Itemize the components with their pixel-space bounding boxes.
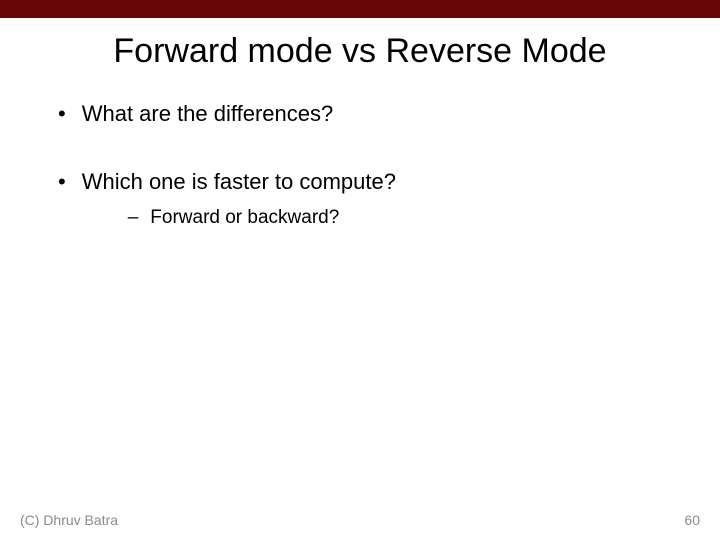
bullet-marker: • bbox=[58, 101, 66, 127]
sub-bullet-text: Forward or backward? bbox=[150, 207, 339, 229]
top-accent-bar bbox=[0, 0, 720, 18]
footer-copyright: (C) Dhruv Batra bbox=[20, 512, 118, 528]
bullet-text: What are the differences? bbox=[82, 101, 334, 127]
bullet-marker: • bbox=[58, 169, 66, 195]
bullet-text: Which one is faster to compute? bbox=[82, 169, 396, 194]
slide-number: 60 bbox=[684, 512, 700, 528]
sub-bullet-item: – Forward or backward? bbox=[128, 207, 396, 229]
slide-title: Forward mode vs Reverse Mode bbox=[0, 32, 720, 71]
sub-bullet-marker: – bbox=[128, 207, 139, 229]
bullet-content: Which one is faster to compute? – Forwar… bbox=[82, 169, 396, 229]
slide-body: • What are the differences? • Which one … bbox=[0, 101, 720, 229]
bullet-item: • What are the differences? bbox=[58, 101, 720, 127]
bullet-item: • Which one is faster to compute? – Forw… bbox=[58, 169, 720, 229]
